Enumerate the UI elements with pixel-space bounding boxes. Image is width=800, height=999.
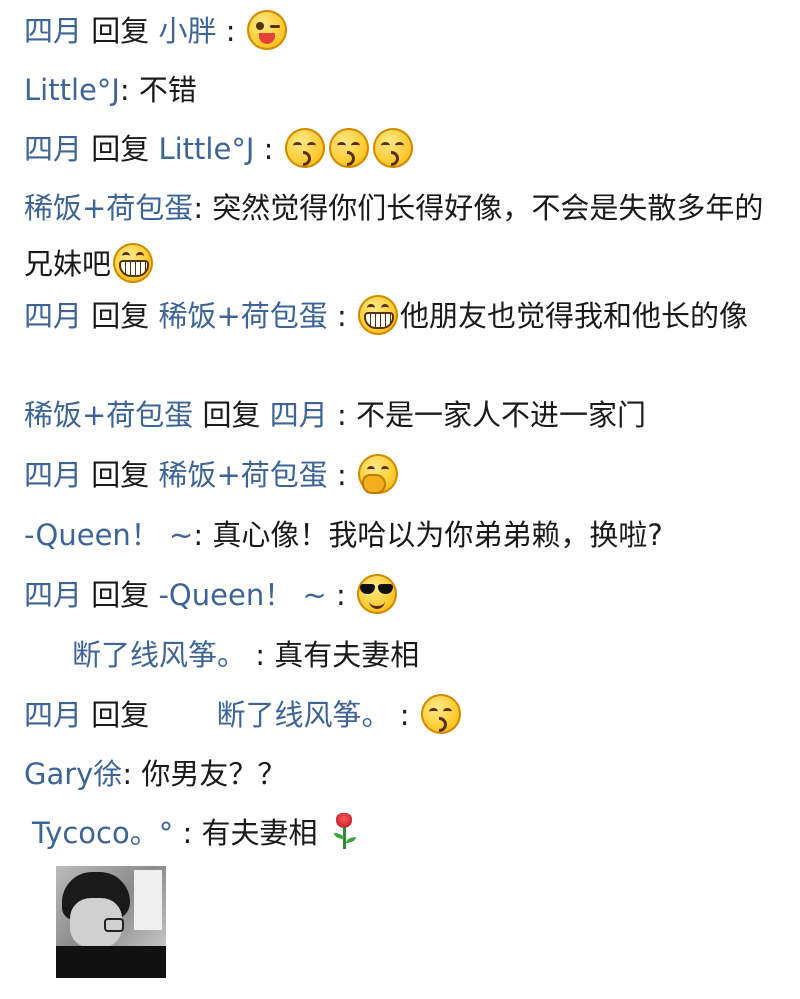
commenter-name[interactable]: 稀饭+荷包蛋 — [24, 191, 193, 225]
comment-item: 四月 回复 断了线风筝。 : — [24, 686, 784, 744]
commenter-name[interactable]: 断了线风筝。 — [72, 638, 246, 672]
separator: : — [193, 518, 204, 552]
comment-item: 四月 回复 稀饭+荷包蛋 : 他朋友也觉得我和他长的像 — [24, 288, 784, 344]
comment-item: 稀饭+荷包蛋: 突然觉得你们长得好像，不会是失散多年的兄妹吧 — [24, 180, 784, 292]
grin-emoji — [358, 295, 398, 335]
separator: : — [193, 191, 204, 225]
reply-target-name[interactable]: -Queen！ ~ — [158, 578, 326, 612]
separator: : — [327, 398, 347, 432]
comment-item: Tycoco。° : 有夫妻相 — [32, 804, 792, 862]
separator: : — [173, 816, 193, 850]
reply-target-name[interactable]: 四月 — [270, 398, 328, 432]
separator: : — [390, 698, 410, 732]
commenter-name[interactable]: 四月 — [24, 698, 82, 732]
reply-verb: 回复 — [91, 578, 150, 612]
comment-item: -Queen！ ~: 真心像！我哈以为你弟弟赖，换啦? — [24, 506, 784, 564]
separator: : — [122, 757, 133, 791]
separator: : — [327, 299, 347, 333]
separator: : — [119, 73, 130, 107]
reply-target-name[interactable]: Little°J — [158, 132, 254, 166]
kiss-emoji — [284, 128, 325, 168]
commenter-name[interactable]: Little°J — [24, 73, 120, 107]
comment-text: 你男友？？ — [132, 757, 287, 791]
commenter-name[interactable]: 稀饭+荷包蛋 — [24, 398, 193, 432]
comment-item: 四月 回复 Little°J : — [24, 120, 784, 178]
separator: : — [326, 578, 346, 612]
kiss-emoji — [328, 128, 369, 168]
comment-item: 稀饭+荷包蛋 回复 四月 : 不是一家人不进一家门 — [24, 386, 784, 444]
comment-text: 真心像！我哈以为你弟弟赖，换啦? — [203, 518, 663, 552]
comment-item: 断了线风筝。 : 真有夫妻相 — [24, 626, 784, 684]
commenter-name[interactable]: Tycoco。° — [32, 816, 173, 850]
comment-text: 不是一家人不进一家门 — [346, 398, 646, 432]
commenter-name[interactable]: 四月 — [24, 299, 82, 333]
photo-thumbnail[interactable] — [56, 866, 166, 978]
grin-emoji — [113, 243, 154, 283]
commenter-name[interactable]: 四月 — [24, 578, 82, 612]
separator: : — [216, 14, 236, 48]
separator: : — [254, 132, 274, 166]
kiss-emoji — [420, 694, 461, 734]
reply-target-name[interactable]: 小胖 — [158, 14, 216, 48]
kiss-emoji — [372, 128, 413, 168]
commenter-name[interactable]: -Queen！ ~ — [24, 518, 193, 552]
shy-emoji — [358, 454, 398, 494]
separator: : — [246, 638, 266, 672]
commenter-name[interactable]: 四月 — [24, 458, 82, 492]
comment-item: 四月 回复 -Queen！ ~ : — [24, 566, 784, 624]
tongue-wink-emoji — [246, 10, 287, 50]
reply-target-name[interactable]: 稀饭+荷包蛋 — [158, 458, 327, 492]
reply-verb: 回复 — [91, 458, 150, 492]
separator: : — [327, 458, 347, 492]
photo-shirt — [56, 946, 166, 978]
photo-background — [134, 870, 162, 930]
cool-emoji — [356, 574, 397, 614]
reply-verb: 回复 — [91, 14, 150, 48]
commenter-name[interactable]: 四月 — [24, 132, 82, 166]
comment-text: 真有夫妻相 — [265, 638, 420, 672]
commenter-name[interactable]: 四月 — [24, 14, 82, 48]
reply-verb: 回复 — [91, 698, 150, 732]
comment-item: 四月 回复 稀饭+荷包蛋 : — [24, 446, 784, 504]
comment-text: 他朋友也觉得我和他长的像 — [400, 299, 749, 333]
comment-text: 不错 — [129, 73, 197, 107]
comment-item: Gary徐: 你男友？？ — [24, 745, 784, 803]
reply-verb: 回复 — [91, 299, 150, 333]
reply-verb: 回复 — [202, 398, 261, 432]
reply-target-name[interactable]: 稀饭+荷包蛋 — [158, 299, 327, 333]
comment-item: 四月 回复 小胖 : — [24, 2, 784, 60]
photo-glasses — [104, 918, 124, 932]
commenter-name[interactable]: Gary徐 — [24, 757, 122, 791]
comment-text: 有夫妻相 — [192, 816, 318, 850]
comment-item: Little°J: 不错 — [24, 61, 784, 119]
reply-target-name[interactable]: 断了线风筝。 — [216, 698, 390, 732]
reply-verb: 回复 — [91, 132, 150, 166]
rose-emoji — [331, 811, 357, 851]
